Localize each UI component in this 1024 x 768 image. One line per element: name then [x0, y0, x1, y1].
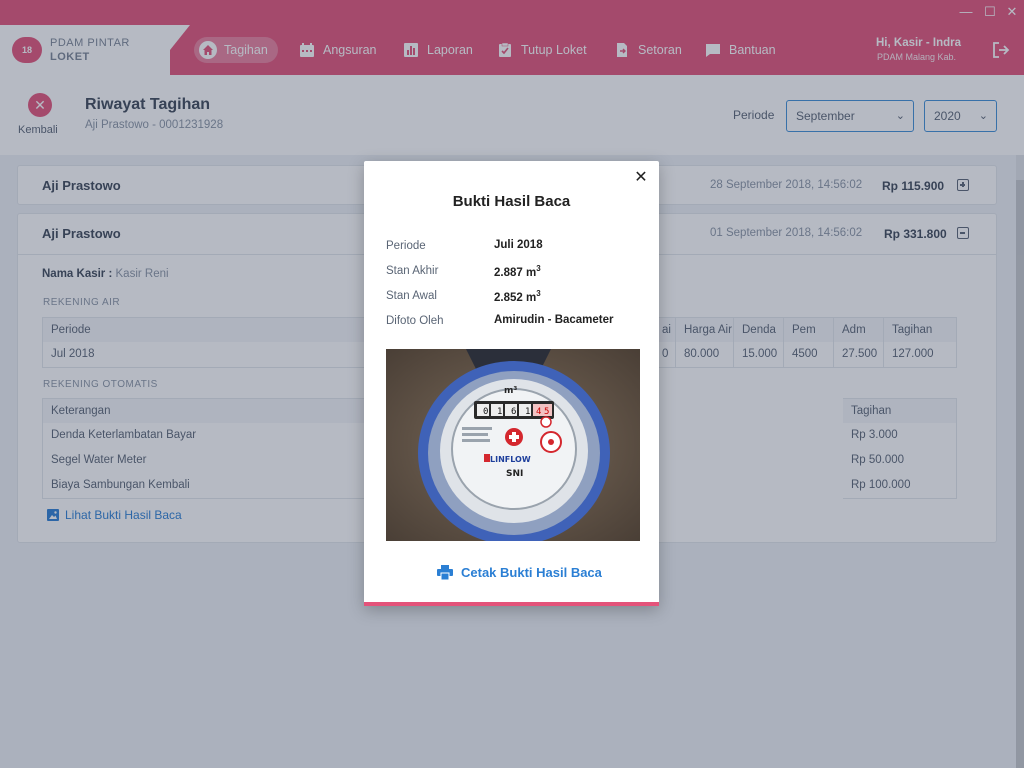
svg-text:SNI: SNI: [506, 469, 523, 479]
cetak-bukti-label: Cetak Bukti Hasil Baca: [461, 565, 602, 580]
field-value: 2.852 m3: [494, 289, 541, 304]
modal-title: Bukti Hasil Baca: [452, 193, 571, 210]
field-label: Stan Akhir: [386, 265, 439, 277]
svg-text:6: 6: [511, 407, 516, 417]
svg-text:0: 0: [483, 407, 488, 417]
svg-text:LINFLOW: LINFLOW: [490, 455, 531, 464]
modal-accent-bar: [364, 602, 659, 606]
close-icon[interactable]: ✕: [633, 170, 649, 186]
field-label: Difoto Oleh: [386, 315, 444, 327]
svg-text:5: 5: [544, 407, 549, 417]
svg-text:1: 1: [525, 407, 530, 417]
field-value: 2.887 m3: [494, 264, 541, 279]
svg-text:1: 1: [497, 407, 502, 417]
field-value: Juli 2018: [494, 239, 543, 251]
meter-photo: 0 1 6 1 4 5 m³ LINFLOW SNI: [386, 349, 640, 541]
svg-text:m³: m³: [504, 386, 517, 396]
bukti-hasil-baca-modal: ✕ Bukti Hasil Baca Periode Juli 2018 Sta…: [364, 161, 659, 606]
printer-icon: [437, 565, 453, 580]
field-label: Periode: [386, 240, 426, 252]
cetak-bukti-button[interactable]: Cetak Bukti Hasil Baca: [437, 565, 602, 580]
field-value: Amirudin - Bacameter: [494, 314, 614, 326]
field-label: Stan Awal: [386, 290, 437, 302]
svg-text:4: 4: [536, 407, 541, 417]
